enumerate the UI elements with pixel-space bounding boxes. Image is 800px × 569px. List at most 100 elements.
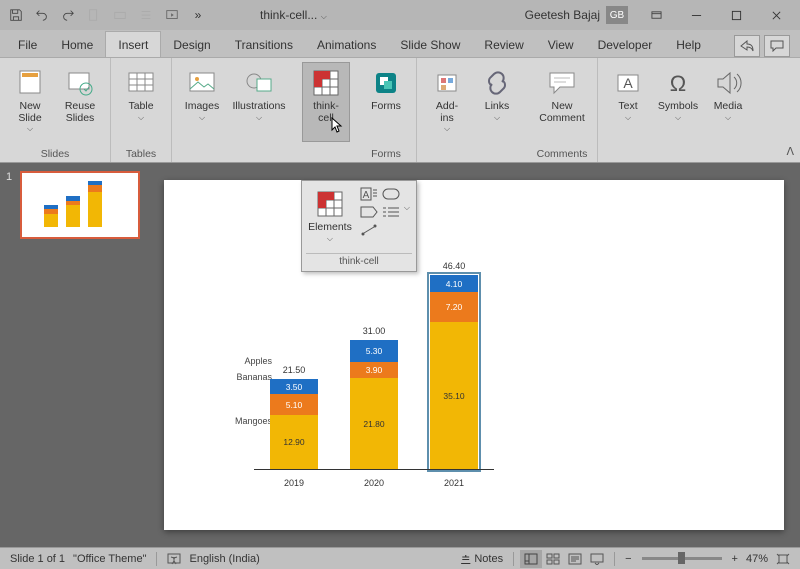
slide-thumbnails: 1 [0,163,148,547]
collapse-ribbon-icon[interactable]: ᐱ [786,145,794,158]
dropdown-footer: think-cell [306,253,412,267]
group-text-symbols-media: A Text⌵ Ω Symbols⌵ Media⌵ [598,58,758,162]
group-slides: New Slide⌵ Reuse Slides Slides [0,58,111,162]
tab-home[interactable]: Home [49,32,105,57]
shapes-icon [243,67,275,99]
thumbnail-number: 1 [6,171,16,183]
tab-review[interactable]: Review [472,32,535,57]
links-button[interactable]: Links⌵ [473,62,521,142]
group-label-comments: Comments [533,146,591,160]
qat-overflow-icon[interactable]: » [186,3,210,27]
minimize-button[interactable] [676,0,716,30]
textbox-tool-icon[interactable]: A [360,187,378,201]
close-button[interactable] [756,0,796,30]
ribbon: New Slide⌵ Reuse Slides Slides Table⌵ Ta… [0,58,800,163]
bar-2020[interactable]: 21.80 3.90 5.30 31.00 [350,340,398,469]
new-slide-icon [14,67,46,99]
speaker-icon [712,67,744,99]
images-button[interactable]: Images⌵ [178,62,226,142]
file-name: think-cell... ⌵ [260,8,327,22]
illustrations-button[interactable]: Illustrations⌵ [228,62,290,142]
pictures-icon [186,67,218,99]
stacked-bar-chart[interactable]: Apples Bananas Mangoes 12.90 5.10 3.50 2… [194,242,494,492]
rounded-rect-tool-icon[interactable] [382,187,400,201]
series-labels: Apples Bananas Mangoes [234,356,272,432]
user-name[interactable]: Geetesh Bajaj [525,8,600,22]
elements-button[interactable]: Elements⌵ [306,185,354,249]
zoom-out-button[interactable]: − [621,553,635,565]
cursor-icon [331,117,345,133]
share-button[interactable] [734,35,760,57]
tab-view[interactable]: View [536,32,586,57]
redo-icon[interactable] [56,3,80,27]
pentagon-tool-icon[interactable] [360,205,378,219]
tab-insert[interactable]: Insert [105,31,161,57]
bar-2019[interactable]: 12.90 5.10 3.50 21.50 [270,379,318,469]
user-avatar[interactable]: GB [606,6,628,24]
tab-slideshow[interactable]: Slide Show [388,32,472,57]
fit-window-icon[interactable] [772,550,794,568]
new-slide-button[interactable]: New Slide⌵ [6,62,54,142]
theme-name: "Office Theme" [69,553,150,565]
ribbon-mode-icon[interactable] [636,0,676,30]
accessibility-button[interactable] [163,552,185,566]
zoom-slider[interactable] [642,557,722,560]
notes-button[interactable]: ≐Notes [457,552,507,565]
group-forms: Forms Forms [356,58,417,162]
accessibility-icon [167,552,181,566]
save-icon[interactable] [4,3,28,27]
group-comments: New Comment Comments [527,58,598,162]
tab-help[interactable]: Help [664,32,713,57]
tab-transitions[interactable]: Transitions [223,32,305,57]
undo-icon[interactable] [30,3,54,27]
language-button[interactable]: English (India) [185,553,263,565]
qat-file-icon[interactable] [82,3,106,27]
qat-align-icon[interactable] [134,3,158,27]
svg-text:A: A [363,190,370,201]
maximize-button[interactable] [716,0,756,30]
x-axis [254,469,494,470]
addins-icon [431,67,463,99]
reuse-slides-button[interactable]: Reuse Slides [56,62,104,142]
symbols-button[interactable]: Ω Symbols⌵ [654,62,702,142]
table-icon [125,67,157,99]
forms-button[interactable]: Forms [362,62,410,142]
start-slideshow-icon[interactable] [160,3,184,27]
bar-2021[interactable]: 35.10 7.20 4.10 46.40 [430,275,478,469]
slide-thumbnail-1[interactable] [20,171,140,239]
media-button[interactable]: Media⌵ [704,62,752,142]
group-addins: Add- ins⌵ Links⌵ [417,58,527,162]
connector-tool-icon[interactable] [360,223,378,237]
zoom-in-button[interactable]: + [728,553,742,565]
qat-object-icon[interactable] [108,3,132,27]
group-label-forms: Forms [362,146,410,160]
tab-design[interactable]: Design [161,32,222,57]
slide-editor[interactable]: Elements⌵ A ⌵ [148,163,800,547]
reading-view-icon[interactable] [564,550,586,568]
workspace: 1 Elements⌵ [0,163,800,547]
comment-icon [546,67,578,99]
text-button[interactable]: A Text⌵ [604,62,652,142]
list-tool-icon[interactable] [382,205,400,219]
thinkcell-button[interactable]: think- cell [302,62,350,142]
addins-button[interactable]: Add- ins⌵ [423,62,471,142]
zoom-level[interactable]: 47% [742,553,772,565]
thinkcell-dropdown: Elements⌵ A ⌵ [301,180,417,272]
slide-canvas[interactable]: Elements⌵ A ⌵ [164,180,784,530]
ribbon-tabs: File Home Insert Design Transitions Anim… [0,30,800,58]
new-comment-button[interactable]: New Comment [533,62,591,142]
normal-view-icon[interactable] [520,550,542,568]
tab-file[interactable]: File [6,32,49,57]
svg-text:Ω: Ω [670,71,686,96]
title-bar: » think-cell... ⌵ Geetesh Bajaj GB [0,0,800,30]
tab-developer[interactable]: Developer [586,32,665,57]
table-button[interactable]: Table⌵ [117,62,165,142]
slideshow-view-icon[interactable] [586,550,608,568]
group-label-blank4 [604,146,752,160]
sorter-view-icon[interactable] [542,550,564,568]
tab-animations[interactable]: Animations [305,32,388,57]
comments-button[interactable] [764,35,790,57]
chevron-down-icon[interactable]: ⌵ [404,203,410,219]
x-axis-labels: 2019 2020 2021 [254,478,494,488]
slide-counter[interactable]: Slide 1 of 1 [6,553,69,565]
